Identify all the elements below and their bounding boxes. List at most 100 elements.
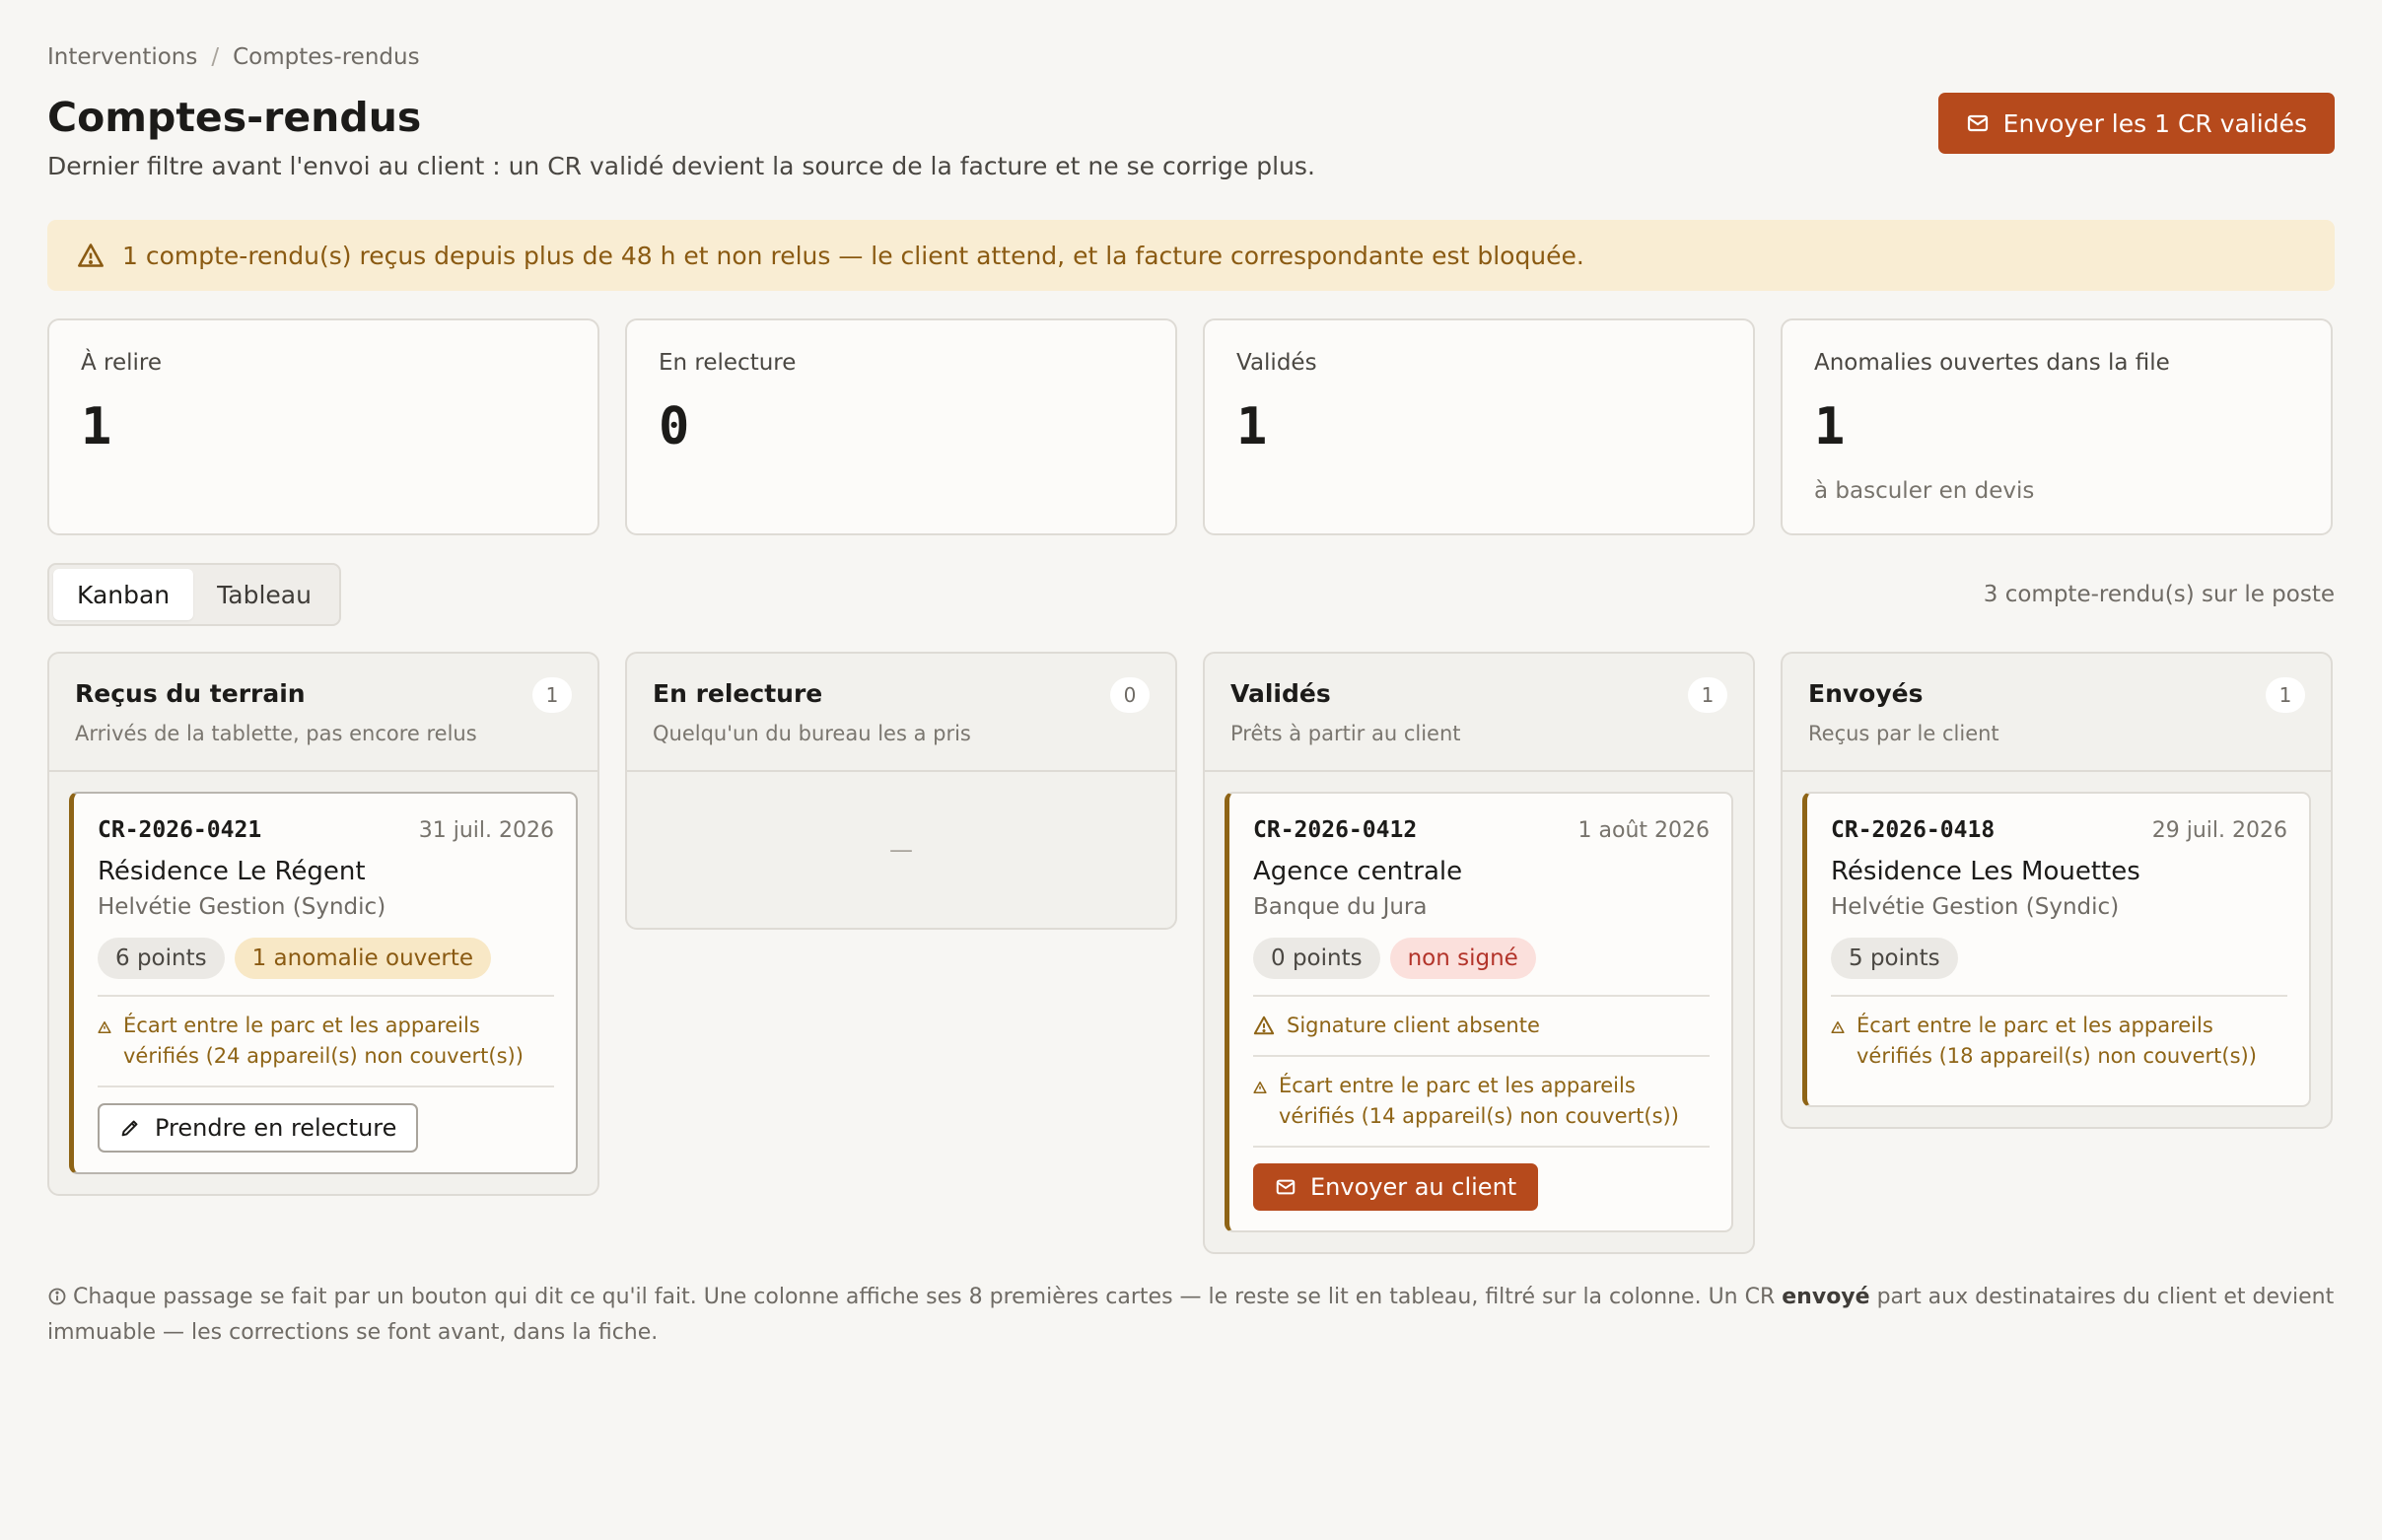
warning-text: Écart entre le parc et les appareils vér… xyxy=(1279,1074,1679,1128)
stat-value: 1 xyxy=(81,397,112,456)
column-title: Envoyés xyxy=(1808,679,1924,708)
warning-icon xyxy=(98,1020,111,1034)
footer-bold: envoyé xyxy=(1782,1285,1870,1309)
report-site: Résidence Le Régent xyxy=(98,857,366,886)
column-received: Reçus du terrain Arrivés de la tablette,… xyxy=(47,652,599,1196)
info-icon xyxy=(48,1288,66,1305)
title-row: Comptes-rendus Dernier filtre avant l'en… xyxy=(47,93,2335,180)
footer-text-1: Chaque passage se fait par un bouton qui… xyxy=(73,1285,1783,1309)
stat-value: 1 xyxy=(1236,397,1268,456)
card-action: Prendre en relecture xyxy=(98,1103,554,1153)
mail-icon xyxy=(1967,114,1988,132)
column-desc: Arrivés de la tablette, pas encore relus xyxy=(75,722,477,745)
column-count: 0 xyxy=(1110,677,1150,713)
anomaly-badge: 1 anomalie ouverte xyxy=(234,938,492,979)
points-badge: 5 points xyxy=(1831,938,1958,979)
take-review-button[interactable]: Prendre en relecture xyxy=(98,1103,419,1153)
report-card[interactable]: CR-2026-0412 1 août 2026 Agence centrale… xyxy=(1225,792,1733,1232)
warning-icon xyxy=(1253,1081,1267,1094)
column-title: En relecture xyxy=(653,679,823,708)
card-top: CR-2026-0412 1 août 2026 xyxy=(1253,817,1710,843)
stat-in-review: En relecture 0 xyxy=(625,318,1177,535)
report-site: Agence centrale xyxy=(1253,857,1463,886)
warning-text: Écart entre le parc et les appareils vér… xyxy=(123,1014,524,1068)
stats-row: À relire 1 En relecture 0 Validés 1 Anom… xyxy=(47,318,2335,535)
card-top: CR-2026-0418 29 juil. 2026 xyxy=(1831,817,2287,843)
title-block: Comptes-rendus Dernier filtre avant l'en… xyxy=(47,93,1315,180)
card-pills: 5 points xyxy=(1831,938,2287,997)
unsigned-badge: non signé xyxy=(1389,938,1536,979)
points-badge: 0 points xyxy=(1253,938,1380,979)
stat-value: 0 xyxy=(659,397,690,456)
page: Interventions / Comptes-rendus Comptes-r… xyxy=(0,0,2382,1540)
signature-warning: Signature client absente xyxy=(1253,997,1710,1055)
view-toggle: Kanban Tableau xyxy=(47,563,341,626)
report-date: 29 juil. 2026 xyxy=(2151,818,2287,843)
report-card[interactable]: CR-2026-0418 29 juil. 2026 Résidence Les… xyxy=(1802,792,2311,1107)
warning-text: Écart entre le parc et les appareils vér… xyxy=(1857,1014,2257,1068)
card-pills: 0 points non signé xyxy=(1253,938,1710,997)
total-count: 3 compte-rendu(s) sur le poste xyxy=(1983,582,2335,607)
stat-open-anomalies: Anomalies ouvertes dans la file 1 à basc… xyxy=(1781,318,2333,535)
column-header: Validés Prêts à partir au client 1 xyxy=(1205,654,1753,772)
column-sent: Envoyés Reçus par le client 1 CR-2026-04… xyxy=(1781,652,2333,1129)
card-action: Envoyer au client xyxy=(1253,1163,1710,1211)
column-header: Reçus du terrain Arrivés de la tablette,… xyxy=(49,654,597,772)
stat-to-review: À relire 1 xyxy=(47,318,599,535)
column-body: CR-2026-0421 31 juil. 2026 Résidence Le … xyxy=(49,772,597,1194)
column-title: Reçus du terrain xyxy=(75,679,306,708)
alert-text: 1 compte-rendu(s) reçus depuis plus de 4… xyxy=(122,241,1584,270)
column-desc: Reçus par le client xyxy=(1808,722,1999,745)
card-pills: 6 points 1 anomalie ouverte xyxy=(98,938,554,997)
tab-kanban[interactable]: Kanban xyxy=(53,569,194,620)
coverage-warning: Écart entre le parc et les appareils vér… xyxy=(1831,997,2287,1085)
coverage-warning: Écart entre le parc et les appareils vér… xyxy=(98,997,554,1087)
mail-icon xyxy=(1276,1179,1296,1195)
report-client: Helvétie Gestion (Syndic) xyxy=(1831,894,2120,920)
stat-label: Anomalies ouvertes dans la file xyxy=(1814,350,2170,376)
breadcrumb-interventions[interactable]: Interventions xyxy=(47,44,197,70)
column-validated: Validés Prêts à partir au client 1 CR-20… xyxy=(1203,652,1755,1254)
breadcrumb-current: Comptes-rendus xyxy=(233,44,420,70)
overdue-alert: 1 compte-rendu(s) reçus depuis plus de 4… xyxy=(47,220,2335,291)
report-id: CR-2026-0412 xyxy=(1253,817,1418,843)
stat-validated: Validés 1 xyxy=(1203,318,1755,535)
points-badge: 6 points xyxy=(98,938,225,979)
column-desc: Prêts à partir au client xyxy=(1230,722,1461,745)
tab-table[interactable]: Tableau xyxy=(193,569,335,620)
card-top: CR-2026-0421 31 juil. 2026 xyxy=(98,817,554,843)
stat-label: À relire xyxy=(81,350,163,376)
column-empty: — xyxy=(889,836,913,864)
report-client: Banque du Jura xyxy=(1253,894,1428,920)
send-validated-label: Envoyer les 1 CR validés xyxy=(2002,108,2307,138)
footer-note: Chaque passage se fait par un bouton qui… xyxy=(47,1280,2335,1351)
take-review-label: Prendre en relecture xyxy=(155,1114,397,1142)
warning-icon xyxy=(1253,1015,1275,1035)
stat-value: 1 xyxy=(1814,397,1846,456)
pencil-icon xyxy=(121,1120,138,1137)
send-validated-button[interactable]: Envoyer les 1 CR validés xyxy=(1937,93,2335,154)
report-date: 1 août 2026 xyxy=(1577,818,1710,843)
stat-sub: à basculer en devis xyxy=(1814,478,2035,504)
column-desc: Quelqu'un du bureau les a pris xyxy=(653,722,971,745)
breadcrumb-separator: / xyxy=(211,44,220,70)
report-client: Helvétie Gestion (Syndic) xyxy=(98,894,386,920)
column-count: 1 xyxy=(2266,677,2305,713)
column-header: En relecture Quelqu'un du bureau les a p… xyxy=(627,654,1175,772)
page-title: Comptes-rendus xyxy=(47,94,422,141)
breadcrumb: Interventions / Comptes-rendus xyxy=(47,43,2335,71)
report-id: CR-2026-0421 xyxy=(98,817,262,843)
column-count: 1 xyxy=(1688,677,1727,713)
kanban-board: Reçus du terrain Arrivés de la tablette,… xyxy=(47,652,2335,1254)
coverage-warning: Écart entre le parc et les appareils vér… xyxy=(1253,1055,1710,1148)
column-body: CR-2026-0418 29 juil. 2026 Résidence Les… xyxy=(1783,772,2331,1127)
report-site: Résidence Les Mouettes xyxy=(1831,857,2140,886)
column-header: Envoyés Reçus par le client 1 xyxy=(1783,654,2331,772)
send-to-client-button[interactable]: Envoyer au client xyxy=(1253,1163,1539,1211)
stat-label: En relecture xyxy=(659,350,797,376)
stat-label: Validés xyxy=(1236,350,1317,376)
column-body: CR-2026-0412 1 août 2026 Agence centrale… xyxy=(1205,772,1753,1252)
warning-icon xyxy=(78,244,104,267)
page-subtitle: Dernier filtre avant l'envoi au client :… xyxy=(47,152,1315,180)
report-card[interactable]: CR-2026-0421 31 juil. 2026 Résidence Le … xyxy=(69,792,578,1174)
